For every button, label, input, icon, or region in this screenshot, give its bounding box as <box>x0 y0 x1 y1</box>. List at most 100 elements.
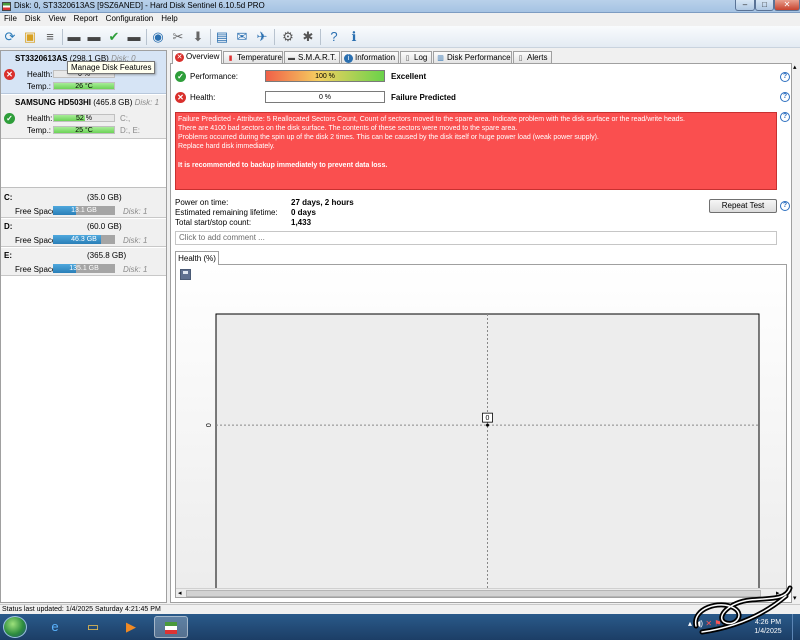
tab-health-chart[interactable]: Health (%) <box>175 251 219 265</box>
startstop-value: 1,433 <box>291 218 312 227</box>
y-tick-label: 0 <box>206 423 213 427</box>
menu-report[interactable]: Report <box>70 13 102 23</box>
health-bar: 0 % <box>265 91 385 103</box>
startstop-label: Total start/stop count: <box>175 218 252 227</box>
hdd-icon[interactable]: ▬ <box>66 29 82 45</box>
window-title: Disk: 0, ST3320613AS [9SZ6ANED] - Hard D… <box>14 1 265 10</box>
taskbar: e ▭ ▶ ▴ ◀) ✕ ⚑ 4:26 PM 1/4/2025 <box>0 614 800 640</box>
hdd-icon: ▬ <box>288 55 295 62</box>
error-status-icon: ✕ <box>175 92 186 103</box>
chart-icon: ▥ <box>437 55 444 62</box>
menu-view[interactable]: View <box>44 13 69 23</box>
power-on-label: Power on time: <box>175 198 229 207</box>
menu-bar: File Disk View Report Configuration Help <box>0 13 800 25</box>
temp-label: Temp.: <box>27 126 52 135</box>
health-label: Health: <box>27 70 53 79</box>
refresh-icon[interactable]: ⟳ <box>2 29 18 45</box>
temp-bar: 25 °C <box>53 126 115 134</box>
title-bar: Disk: 0, ST3320613AS [9SZ6ANED] - Hard D… <box>0 0 800 13</box>
volume-letters-2: D:, E: <box>120 126 141 135</box>
internet-explorer-icon[interactable]: e <box>38 616 72 638</box>
power-on-value: 27 days, 2 hours <box>291 198 354 207</box>
hard-disk-sentinel-task-icon[interactable] <box>154 616 188 638</box>
overview-content: ✓ Performance: 100 % Excellent ✕ Health:… <box>170 63 792 603</box>
help-icon[interactable]: ? <box>326 29 342 45</box>
maximize-button[interactable]: □ <box>755 0 774 11</box>
volume-item-d[interactable]: D: (60.0 GB) Free Space 46.3 GB Disk: 1 <box>1 219 166 247</box>
scroll-left-icon[interactable]: ◂ <box>178 589 182 598</box>
free-space-bar: 13.1 GB <box>53 206 115 215</box>
disk-features-icon[interactable]: ▣ <box>22 29 38 45</box>
health-label: Health: <box>27 114 53 123</box>
report-icon[interactable]: ▤ <box>214 29 230 45</box>
hdd-settings-icon[interactable]: ▬ <box>126 29 142 45</box>
disk-item-1[interactable]: SAMSUNG HD503HI (465.8 GB) Disk: 1 ✓ Hea… <box>1 95 166 139</box>
volume-item-e[interactable]: E: (365.8 GB) Free Space 135.1 GB Disk: … <box>1 248 166 276</box>
about-icon[interactable]: ℹ <box>346 29 362 45</box>
options-icon[interactable]: ✱ <box>300 29 316 45</box>
status-bar: Status last updated: 1/4/2025 Saturday 4… <box>0 604 800 614</box>
minimize-button[interactable]: – <box>735 0 755 11</box>
help-icon[interactable]: ? <box>780 112 790 122</box>
data-label: 0 <box>486 415 490 422</box>
temp-bar: 26 °C <box>53 82 115 90</box>
tools-icon[interactable]: ✂ <box>170 29 186 45</box>
menu-help[interactable]: Help <box>157 13 181 23</box>
performance-bar: 100 % <box>265 70 385 82</box>
disk-list-icon[interactable]: ≡ <box>42 29 58 45</box>
network-icon[interactable]: ◉ <box>150 29 166 45</box>
alert-document-icon: ▯ <box>518 55 523 62</box>
email-icon[interactable]: ✉ <box>234 29 250 45</box>
help-icon[interactable]: ? <box>780 92 790 102</box>
download-icon[interactable]: ⬇ <box>190 29 206 45</box>
menu-configuration[interactable]: Configuration <box>102 13 158 23</box>
watermark-logo <box>693 585 793 635</box>
details-panel: ✕ Overview ▮ Temperature ▬ S.M.A.R.T. i Info… <box>170 50 800 603</box>
performance-row: ✓ Performance: 100 % Excellent <box>175 70 775 84</box>
health-chart: 01/4/20250 <box>206 313 760 588</box>
hdd-test-icon[interactable]: ▬ <box>86 29 102 45</box>
menu-file[interactable]: File <box>0 13 21 23</box>
volume-item-c[interactable]: C: (35.0 GB) Free Space 13.1 GB Disk: 1 <box>1 190 166 218</box>
app-icon <box>2 2 11 11</box>
toolbar: ⟳ ▣ ≡ ▬ ▬ ✔ ▬ ◉ ✂ ⬇ ▤ ✉ ✈ ⚙ ✱ ? ℹ <box>0 26 800 48</box>
repeat-test-button[interactable]: Repeat Test <box>709 199 777 213</box>
help-icon[interactable]: ? <box>780 201 790 211</box>
close-button[interactable]: ✕ <box>774 0 800 11</box>
scroll-up-icon[interactable]: ▴ <box>793 63 797 71</box>
health-alert-text: Failure Predicted - Attribute: 5 Realloc… <box>175 112 777 190</box>
disk-item-0[interactable]: ST3320613AS (298.1 GB) Disk: 0 ✕ Health:… <box>1 51 166 94</box>
disk-name: SAMSUNG HD503HI (465.8 GB) Disk: 1 <box>15 98 160 107</box>
vertical-scrollbar[interactable]: ▴ ▾ <box>792 63 800 603</box>
help-icon[interactable]: ? <box>780 72 790 82</box>
folder-icon[interactable]: ▭ <box>76 616 110 638</box>
info-icon: i <box>344 54 353 63</box>
health-verdict: Failure Predicted <box>391 93 456 102</box>
tab-overview[interactable]: ✕ Overview <box>172 50 222 64</box>
send-report-icon[interactable]: ✈ <box>254 29 270 45</box>
data-point <box>486 423 489 427</box>
health-bar: 52 % <box>53 114 115 122</box>
disk-list-panel: ST3320613AS (298.1 GB) Disk: 0 ✕ Health:… <box>0 50 167 603</box>
scroll-thumb[interactable] <box>186 590 761 597</box>
volume-letters: C:, <box>120 114 131 123</box>
gear-icon[interactable]: ⚙ <box>280 29 296 45</box>
hdd-ok-icon[interactable]: ✔ <box>106 29 122 45</box>
free-space-bar: 46.3 GB <box>53 235 115 244</box>
ok-status-icon: ✓ <box>175 71 186 82</box>
lifetime-label: Estimated remaining lifetime: <box>175 208 278 217</box>
start-button[interactable] <box>3 616 27 638</box>
tab-bar: ✕ Overview ▮ Temperature ▬ S.M.A.R.T. i Info… <box>170 50 800 64</box>
media-player-icon[interactable]: ▶ <box>114 616 148 638</box>
error-status-icon: ✕ <box>4 69 15 80</box>
menu-disk[interactable]: Disk <box>21 13 45 23</box>
health-row: ✕ Health: 0 % Failure Predicted <box>175 91 775 105</box>
lifetime-value: 0 days <box>291 208 316 217</box>
ok-status-icon: ✓ <box>4 113 15 124</box>
comment-field[interactable]: Click to add comment ... <box>175 231 777 245</box>
performance-verdict: Excellent <box>391 72 427 81</box>
thermometer-icon: ▮ <box>228 55 233 62</box>
error-icon: ✕ <box>175 53 184 62</box>
health-chart-area: 01/4/20250 ◂ ▸ <box>175 264 787 598</box>
free-space-bar: 135.1 GB <box>53 264 115 273</box>
